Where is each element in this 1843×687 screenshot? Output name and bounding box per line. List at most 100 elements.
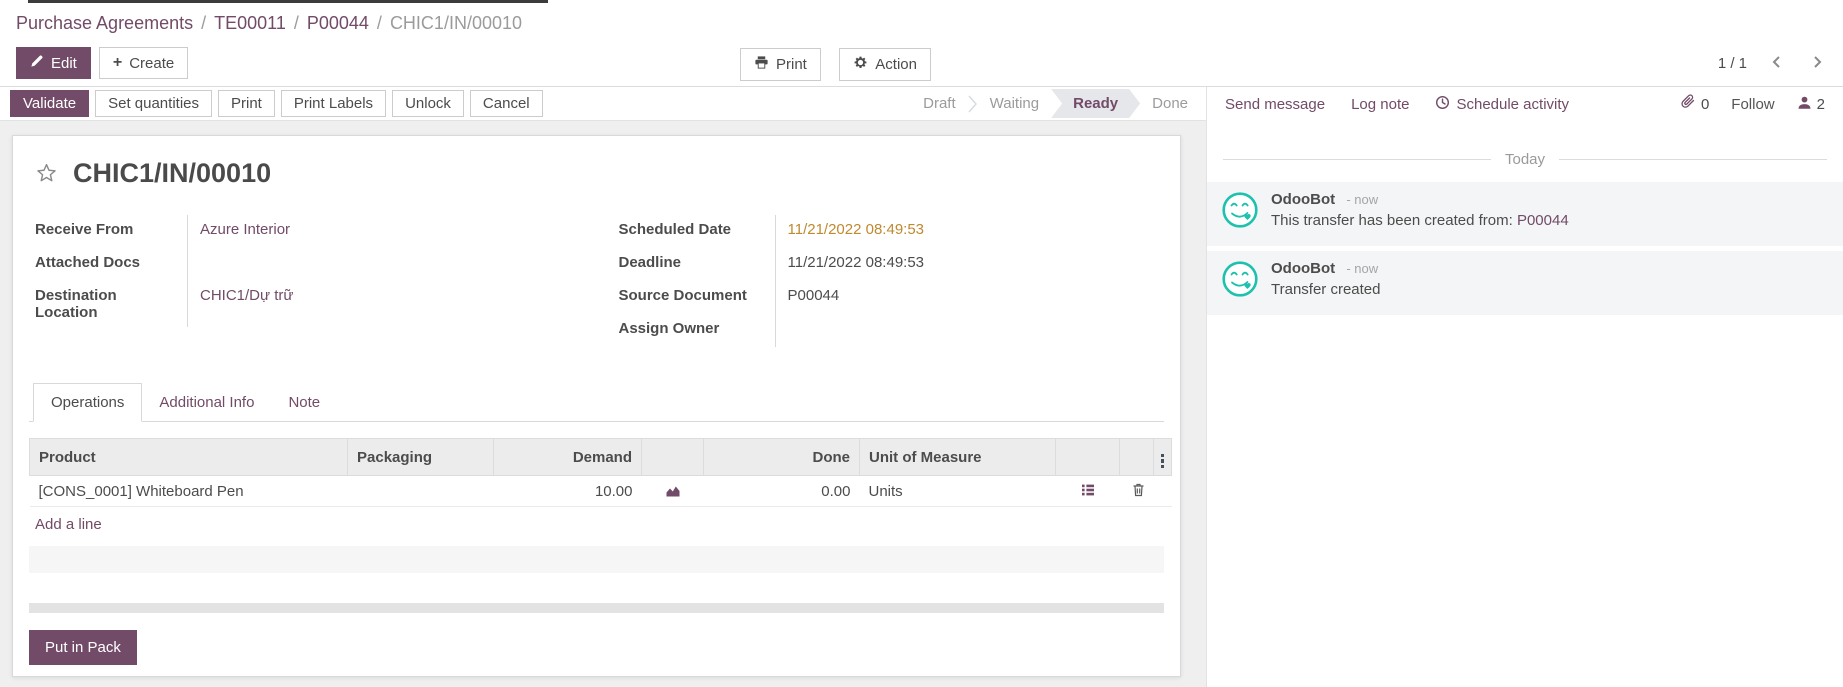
notebook-tabs: Operations Additional Info Note — [29, 383, 1164, 422]
breadcrumb-link-te00011[interactable]: TE00011 — [214, 13, 286, 34]
gear-icon — [853, 55, 868, 74]
empty-list-stripe — [29, 546, 1164, 573]
validate-button[interactable]: Validate — [10, 90, 89, 117]
message-author: OdooBot — [1271, 191, 1335, 208]
print-button[interactable]: Print — [740, 48, 821, 81]
schedule-activity-button[interactable]: Schedule activity — [1435, 95, 1569, 114]
chatter-toolbar: Send message Log note Schedule activity — [1207, 87, 1843, 121]
field-label-assign-owner: Assign Owner — [613, 314, 775, 347]
add-a-line-link[interactable]: Add a line — [29, 507, 108, 542]
field-value-receive-from[interactable]: Azure Interior — [187, 215, 597, 248]
chatter-message: OdooBot - now This transfer has been cre… — [1207, 182, 1843, 246]
statusbar-buttons: Validate Set quantities Print Print Labe… — [10, 90, 543, 117]
chevron-right-icon — [968, 92, 978, 116]
pager-previous-icon[interactable] — [1767, 52, 1787, 75]
window-top-edge — [28, 0, 548, 3]
column-header-actions — [1056, 439, 1120, 476]
field-label-scheduled-date: Scheduled Date — [613, 215, 775, 248]
chatter-message: OdooBot - now Transfer created — [1207, 251, 1843, 315]
trash-icon[interactable] — [1129, 482, 1148, 500]
tab-note[interactable]: Note — [271, 383, 337, 421]
unlock-button[interactable]: Unlock — [392, 90, 464, 117]
operations-table: Product Packaging Demand Done Unit of Me… — [29, 438, 1172, 507]
message-time: - now — [1346, 192, 1378, 207]
pencil-icon — [30, 54, 44, 72]
form-background: CHIC1/IN/00010 Receive From Azure Interi… — [0, 121, 1206, 687]
create-button[interactable]: + Create — [99, 47, 188, 79]
message-text: This transfer has been created from: — [1271, 212, 1517, 229]
column-header-uom[interactable]: Unit of Measure — [860, 439, 1056, 476]
cell-product: [CONS_0001] Whiteboard Pen — [30, 476, 348, 507]
field-value-attached-docs — [187, 248, 597, 281]
breadcrumb-separator: / — [201, 13, 206, 34]
tab-operations[interactable]: Operations — [33, 383, 142, 422]
breadcrumb-current: CHIC1/IN/00010 — [390, 13, 522, 34]
status-done[interactable]: Done — [1140, 89, 1200, 118]
person-icon — [1797, 95, 1812, 114]
cell-done: 0.00 — [704, 476, 860, 507]
cell-uom: Units — [860, 476, 1056, 507]
field-label-receive-from: Receive From — [29, 215, 187, 248]
odoobot-avatar — [1221, 191, 1259, 234]
detailed-operations-icon[interactable] — [1078, 482, 1098, 501]
tab-additional-info[interactable]: Additional Info — [142, 383, 271, 421]
field-label-source-document: Source Document — [613, 281, 775, 314]
attachments-button[interactable]: 0 — [1680, 94, 1709, 114]
form-view: Validate Set quantities Print Print Labe… — [0, 87, 1206, 687]
print-labels-button[interactable]: Print Labels — [281, 90, 386, 117]
set-quantities-button[interactable]: Set quantities — [95, 90, 212, 117]
column-header-options — [1154, 439, 1172, 476]
followers-button[interactable]: 2 — [1797, 95, 1825, 114]
follow-button[interactable]: Follow — [1731, 96, 1774, 113]
field-group-right: Scheduled Date 11/21/2022 08:49:53 Deadl… — [597, 215, 1165, 347]
paperclip-icon — [1680, 94, 1696, 114]
column-header-product[interactable]: Product — [30, 439, 348, 476]
column-header-forecast — [642, 439, 704, 476]
message-text: Transfer created — [1271, 281, 1381, 298]
control-panel: Edit + Create Print Action 1 / 1 — [0, 40, 1843, 86]
status-draft[interactable]: Draft — [911, 89, 968, 118]
edit-button[interactable]: Edit — [16, 47, 91, 79]
form-sheet: CHIC1/IN/00010 Receive From Azure Interi… — [12, 135, 1181, 677]
record-title: CHIC1/IN/00010 — [73, 158, 271, 189]
put-in-pack-button[interactable]: Put in Pack — [29, 630, 137, 665]
date-divider: Today — [1223, 151, 1827, 168]
send-message-button[interactable]: Send message — [1225, 95, 1325, 114]
field-value-scheduled-date: 11/21/2022 08:49:53 — [775, 215, 1165, 248]
field-value-source-document: P00044 — [775, 281, 1165, 314]
horizontal-scrollbar[interactable] — [29, 603, 1164, 613]
field-value-assign-owner — [775, 314, 1165, 347]
field-groups: Receive From Azure Interior Attached Doc… — [29, 215, 1164, 347]
attachment-count: 0 — [1701, 96, 1709, 113]
status-waiting[interactable]: Waiting — [978, 89, 1051, 118]
log-note-button[interactable]: Log note — [1351, 95, 1409, 114]
clock-icon — [1435, 95, 1450, 114]
message-time: - now — [1346, 261, 1378, 276]
action-button[interactable]: Action — [839, 48, 931, 81]
cancel-button[interactable]: Cancel — [470, 90, 543, 117]
column-header-packaging[interactable]: Packaging — [348, 439, 494, 476]
column-header-done[interactable]: Done — [704, 439, 860, 476]
field-label-deadline: Deadline — [613, 248, 775, 281]
breadcrumb-link-purchase-agreements[interactable]: Purchase Agreements — [16, 13, 193, 34]
statusbar: Validate Set quantities Print Print Labe… — [0, 87, 1206, 121]
breadcrumb-link-p00044[interactable]: P00044 — [307, 13, 369, 34]
breadcrumb: Purchase Agreements / TE00011 / P00044 /… — [0, 0, 1843, 40]
message-link-p00044[interactable]: P00044 — [1517, 212, 1569, 229]
printer-icon — [754, 55, 769, 74]
field-value-destination-location[interactable]: CHIC1/Dự trữ — [187, 281, 597, 327]
status-pipeline: Draft Waiting Ready Done — [911, 89, 1200, 118]
field-label-destination-location: Destination Location — [29, 281, 187, 327]
cell-demand: 10.00 — [494, 476, 642, 507]
table-row[interactable]: [CONS_0001] Whiteboard Pen 10.00 0.00 Un… — [30, 476, 1172, 507]
print-operation-button[interactable]: Print — [218, 90, 275, 117]
favorite-star-icon[interactable] — [35, 162, 58, 185]
column-header-demand[interactable]: Demand — [494, 439, 642, 476]
toggle-columns-icon[interactable] — [1157, 452, 1169, 471]
forecast-chart-icon[interactable] — [663, 482, 683, 501]
column-header-delete — [1120, 439, 1154, 476]
pager-next-icon[interactable] — [1807, 52, 1827, 75]
status-ready[interactable]: Ready — [1051, 89, 1140, 118]
field-label-attached-docs: Attached Docs — [29, 248, 187, 281]
cell-packaging — [348, 476, 494, 507]
